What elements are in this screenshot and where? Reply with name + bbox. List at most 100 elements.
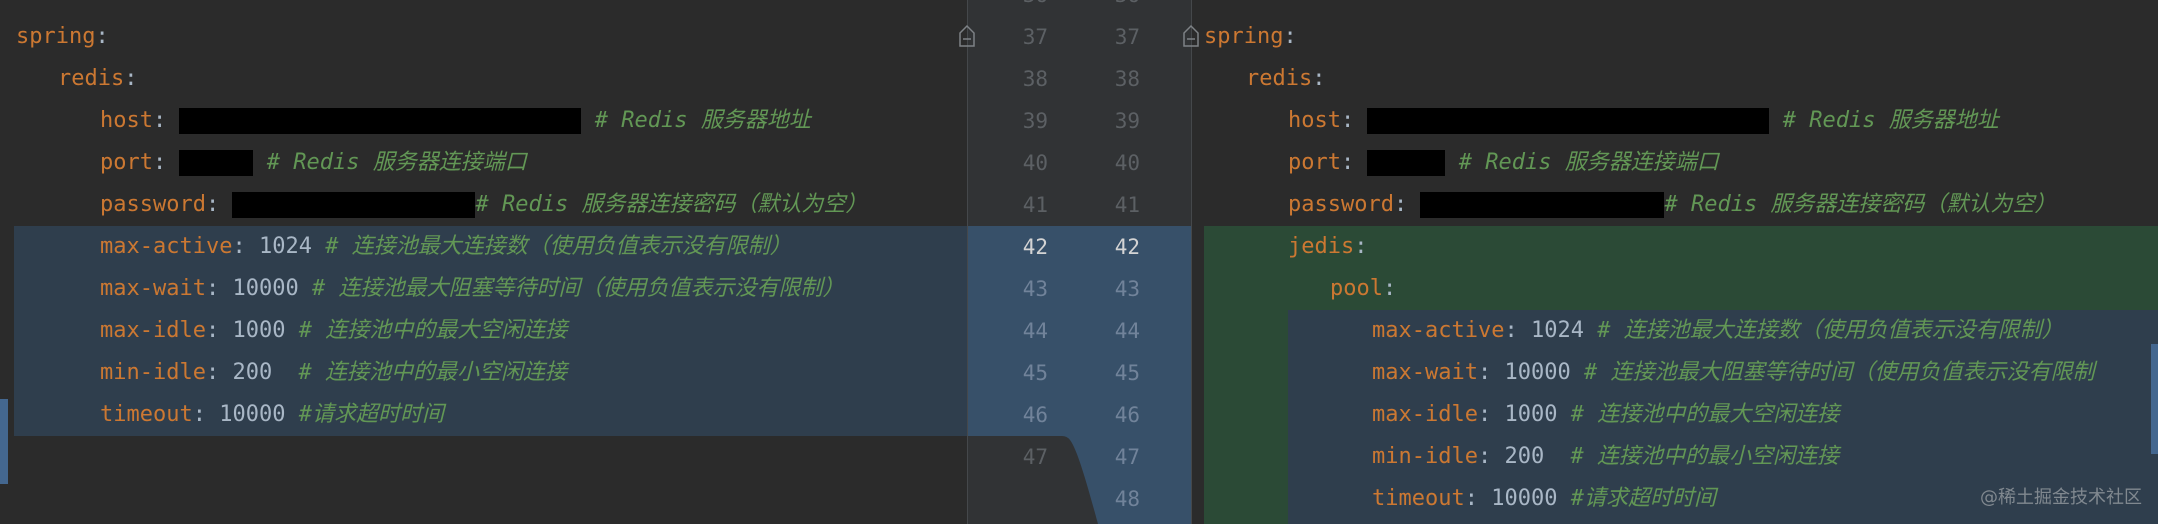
code-line[interactable]: redis: [0,58,967,100]
yaml-key: max-active [1372,318,1505,343]
line-number-left: 36 [988,0,1048,16]
line-number-right: 39 [1114,109,1140,133]
line-number-right: 46 [1114,403,1140,427]
yaml-key: spring [16,24,96,49]
yaml-colon: : [1393,192,1408,217]
yaml-colon: : [205,192,220,217]
line-number-right: 37 [1114,25,1140,49]
line-number-left: 41 [1022,193,1048,217]
yaml-colon: : [205,360,220,385]
line-number-right: 40 [1114,151,1140,175]
line-number-left: 43 [1022,277,1048,301]
line-number-left-current: 42 [1022,235,1048,259]
diff-left-pane[interactable]: spring: redis: host: # Redis 服务器地址 port:… [0,0,967,524]
code-line[interactable]: spring: [0,16,967,58]
yaml-key: pool [1330,276,1383,301]
yaml-colon: : [205,276,220,301]
fold-marker-icon[interactable] [1182,24,1200,48]
yaml-key: max-wait [100,276,206,301]
redacted-value [179,150,254,176]
yaml-key: max-active [100,234,233,259]
yaml-comment: # Redis 服务器地址 [1782,108,1999,133]
yaml-key: min-idle [1372,444,1478,469]
yaml-value: 200 [232,360,273,385]
yaml-comment: # Redis 服务器连接密码（默认为空） [1664,192,2057,217]
code-line[interactable]: max-idle: 1000 # 连接池中的最大空闲连接 [1192,394,2158,436]
watermark: @稀土掘金技术社区 [1980,487,2142,508]
yaml-colon: : [1312,66,1326,91]
yaml-key: max-idle [1372,402,1478,427]
yaml-comment: #请求超时时间 [298,402,444,427]
yaml-colon: : [1382,276,1397,301]
yaml-comment: # 连接池中的最小空闲连接 [1570,444,1839,469]
yaml-key: redis [1246,66,1313,91]
code-line[interactable]: password: # Redis 服务器连接密码（默认为空） [1192,184,2158,226]
yaml-key: password [100,192,206,217]
code-line[interactable]: min-idle: 200 # 连接池中的最小空闲连接 [0,352,967,394]
line-number-right-current: 42 [1114,235,1140,259]
yaml-comment: # 连接池中的最大空闲连接 [1570,402,1840,427]
code-line[interactable]: port: # Redis 服务器连接端口 [0,142,967,184]
redacted-value [1367,108,1770,134]
code-line[interactable]: max-wait: 10000 # 连接池最大阻塞等待时间（使用负值表示没有限制… [0,268,967,310]
code-line[interactable]: port: # Redis 服务器连接端口 [1192,142,2158,184]
line-number-left: 47 [1022,445,1048,469]
code-line[interactable]: host: # Redis 服务器地址 [0,100,967,142]
yaml-value: 10000 [1491,486,1558,511]
yaml-comment: # 连接池最大阻塞等待时间（使用负值表示没有限制） [311,276,845,301]
yaml-key: timeout [100,402,193,427]
yaml-value: 1024 [1530,318,1584,343]
yaml-key: password [1288,192,1394,217]
yaml-colon: : [1477,444,1492,469]
code-line[interactable]: max-idle: 1000 # 连接池中的最大空闲连接 [0,310,967,352]
line-number-left: 40 [1022,151,1048,175]
yaml-colon: : [124,66,138,91]
code-line[interactable]: min-idle: 200 # 连接池中的最小空闲连接 [1192,436,2158,478]
line-number-right: 47 [1114,445,1140,469]
yaml-colon: : [192,402,206,427]
yaml-key: min-idle [100,360,206,385]
line-number-left: 39 [1022,109,1048,133]
line-number-right: 45 [1114,361,1140,385]
code-line[interactable]: password: # Redis 服务器连接密码（默认为空） [0,184,967,226]
yaml-comment: # 连接池最大连接数（使用负值表示没有限制） [325,234,792,259]
yaml-comment: # 连接池最大连接数（使用负值表示没有限制） [1597,318,2064,343]
yaml-key: port [100,150,153,175]
yaml-colon: : [1354,234,1368,259]
code-line[interactable]: spring: [1192,16,2158,58]
yaml-colon: : [1283,24,1297,49]
code-line[interactable]: max-active: 1024 # 连接池最大连接数（使用负值表示没有限制） [1192,310,2158,352]
code-line[interactable]: max-active: 1024 # 连接池最大连接数（使用负值表示没有限制） [0,226,967,268]
code-line[interactable]: pool: [1192,268,2158,310]
line-number-left: 37 [1022,25,1048,49]
yaml-comment: # 连接池中的最小空闲连接 [298,360,567,385]
yaml-value: 10000 [1504,360,1571,385]
yaml-value: 10000 [219,402,286,427]
diff-right-pane[interactable]: spring: redis: host: # Redis 服务器地址 port:… [1192,0,2158,524]
code-line[interactable]: timeout: 10000 #请求超时时间 [0,394,967,436]
yaml-colon: : [95,24,109,49]
code-line[interactable]: redis: [1192,58,2158,100]
yaml-key: host [1288,108,1341,133]
yaml-value: 1024 [258,234,312,259]
line-number-left: 38 [1022,67,1048,91]
yaml-colon: : [1464,486,1478,511]
code-line[interactable]: host: # Redis 服务器地址 [1192,100,2158,142]
yaml-colon: : [1340,150,1355,175]
diff-gutter: 36 37 38 39 40 41 42 43 44 45 46 47 36 3… [967,0,1192,524]
yaml-key: timeout [1372,486,1465,511]
line-number-right: 48 [1114,487,1140,511]
redacted-value [1367,150,1446,176]
code-line[interactable]: max-wait: 10000 # 连接池最大阻塞等待时间（使用负值表示没有限制 [1192,352,2158,394]
yaml-value: 1000 [1504,402,1558,427]
yaml-comment: # Redis 服务器连接密码（默认为空） [475,192,868,217]
line-number-left: 44 [1022,319,1048,343]
yaml-comment: # Redis 服务器连接端口 [1458,150,1719,175]
fold-marker-icon[interactable] [958,24,976,48]
code-line[interactable]: jedis: [1192,226,2158,268]
redacted-value [232,192,476,218]
yaml-key: host [100,108,153,133]
yaml-key: max-idle [100,318,206,343]
line-number-left: 45 [1022,361,1048,385]
yaml-comment: # Redis 服务器地址 [594,108,811,133]
